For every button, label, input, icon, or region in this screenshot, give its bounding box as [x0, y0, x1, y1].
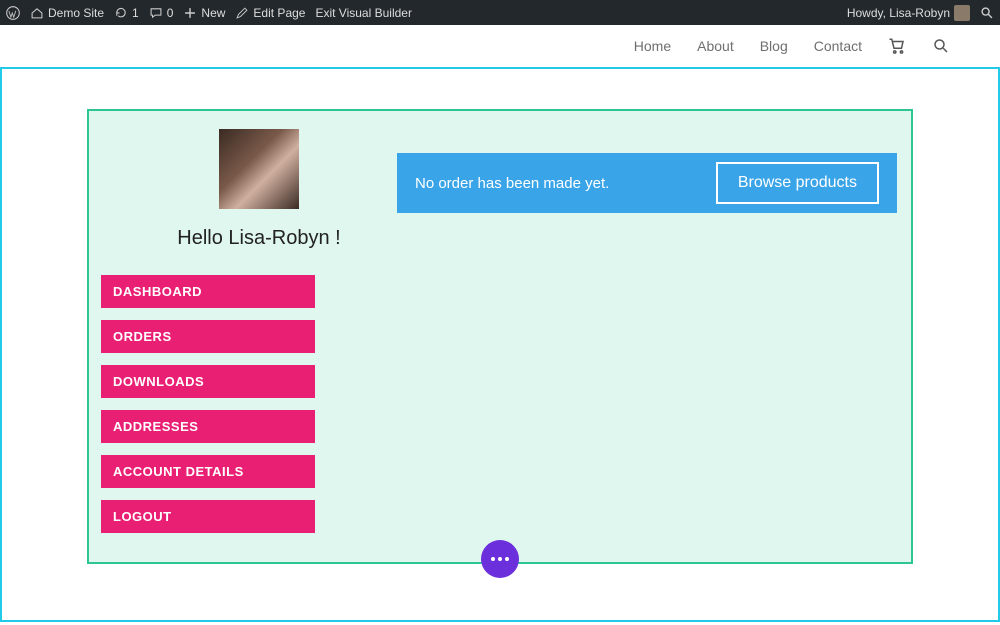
nav-orders[interactable]: ORDERS — [101, 320, 315, 353]
howdy-text: Howdy, Lisa-Robyn — [847, 6, 950, 20]
howdy-link[interactable]: Howdy, Lisa-Robyn — [847, 5, 970, 21]
site-name-link[interactable]: Demo Site — [30, 6, 104, 20]
refresh-link[interactable]: 1 — [114, 6, 139, 20]
exit-builder-label: Exit Visual Builder — [315, 6, 412, 20]
account-nav: DASHBOARD ORDERS DOWNLOADS ADDRESSES ACC… — [101, 275, 315, 533]
comments-link[interactable]: 0 — [149, 6, 174, 20]
builder-frame: Hello Lisa-Robyn ! DASHBOARD ORDERS DOWN… — [0, 67, 1000, 622]
pencil-icon — [235, 6, 249, 20]
comment-icon — [149, 6, 163, 20]
browse-products-button[interactable]: Browse products — [716, 162, 879, 204]
wordpress-icon — [6, 6, 20, 20]
nav-downloads[interactable]: DOWNLOADS — [101, 365, 315, 398]
nav-home[interactable]: Home — [634, 38, 671, 54]
new-link[interactable]: New — [183, 6, 225, 20]
exit-builder-link[interactable]: Exit Visual Builder — [315, 6, 412, 20]
nav-blog[interactable]: Blog — [760, 38, 788, 54]
nav-contact[interactable]: Contact — [814, 38, 862, 54]
wp-admin-bar: Demo Site 1 0 New Edit Page Exit Visual … — [0, 0, 1000, 25]
plus-icon — [183, 6, 197, 20]
avatar-mini — [954, 5, 970, 21]
new-label: New — [201, 6, 225, 20]
home-icon — [30, 6, 44, 20]
notice-message: No order has been made yet. — [415, 175, 609, 192]
account-panel: Hello Lisa-Robyn ! DASHBOARD ORDERS DOWN… — [87, 109, 913, 564]
nav-addresses[interactable]: ADDRESSES — [101, 410, 315, 443]
adminbar-search[interactable] — [980, 6, 994, 20]
nav-account-details[interactable]: ACCOUNT DETAILS — [101, 455, 315, 488]
site-nav: Home About Blog Contact — [0, 25, 1000, 67]
greeting: Hello Lisa-Robyn ! — [159, 227, 359, 250]
refresh-count: 1 — [132, 6, 139, 20]
search-icon — [980, 6, 994, 20]
refresh-icon — [114, 6, 128, 20]
profile-block: Hello Lisa-Robyn ! — [159, 129, 359, 250]
nav-logout[interactable]: LOGOUT — [101, 500, 315, 533]
nav-about[interactable]: About — [697, 38, 734, 54]
orders-notice: No order has been made yet. Browse produ… — [397, 153, 897, 213]
site-name: Demo Site — [48, 6, 104, 20]
wp-logo[interactable] — [6, 6, 20, 20]
search-icon[interactable] — [932, 37, 950, 55]
nav-dashboard[interactable]: DASHBOARD — [101, 275, 315, 308]
edit-page-link[interactable]: Edit Page — [235, 6, 305, 20]
cart-icon[interactable] — [888, 37, 906, 55]
comments-count: 0 — [167, 6, 174, 20]
edit-page-label: Edit Page — [253, 6, 305, 20]
avatar — [219, 129, 299, 209]
builder-fab[interactable] — [481, 540, 519, 578]
